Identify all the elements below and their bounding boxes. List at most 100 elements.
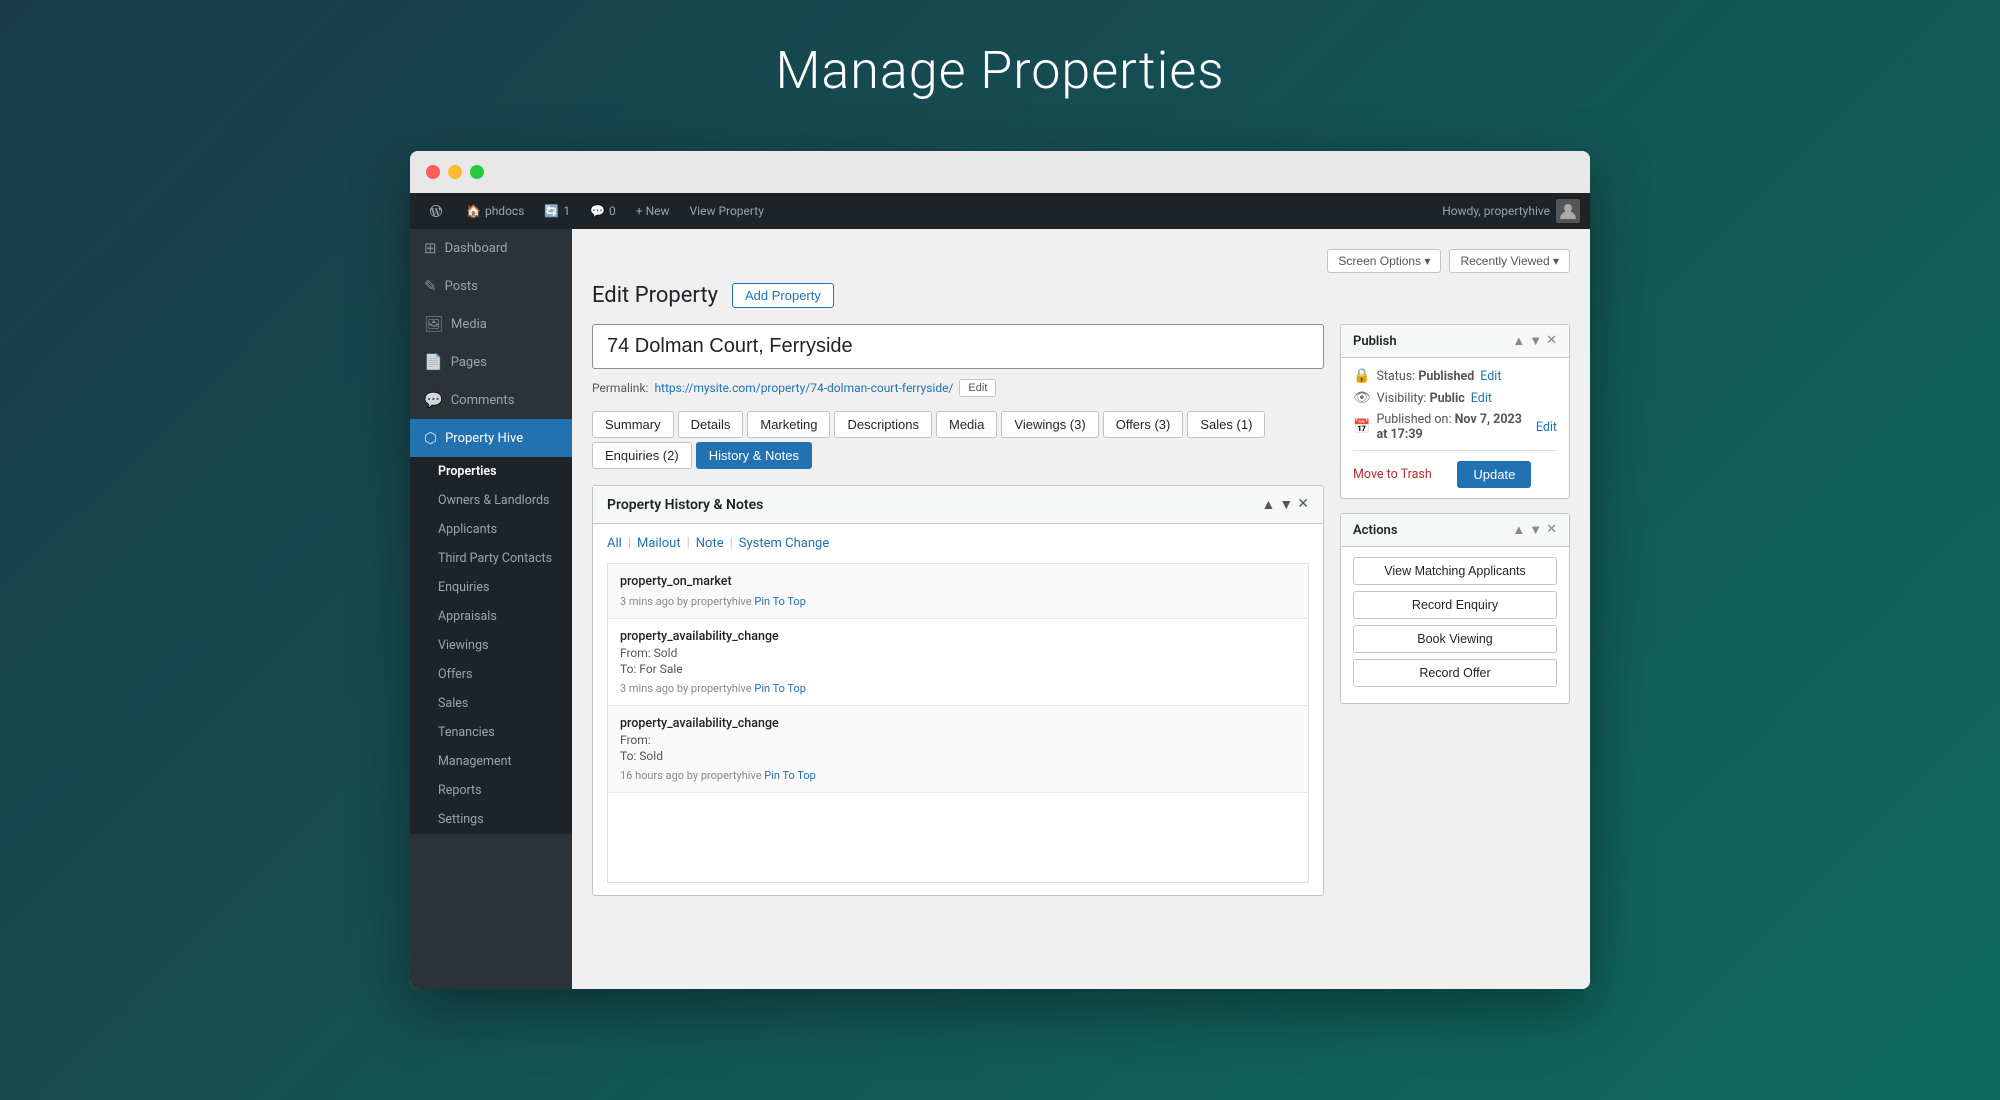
filter-all[interactable]: All — [607, 536, 622, 551]
history-scroll-area[interactable]: property_on_market 3 mins ago by propert… — [607, 563, 1309, 883]
sidebar-item-third-party[interactable]: Third Party Contacts — [410, 544, 572, 573]
sidebar-item-pages[interactable]: 📄 Pages — [410, 343, 572, 381]
history-entry-1: property_on_market 3 mins ago by propert… — [608, 564, 1308, 619]
history-entry-2: property_availability_change From: Sold … — [608, 619, 1308, 706]
entry-2-pin[interactable]: Pin To Top — [754, 682, 806, 695]
tab-history-notes[interactable]: History & Notes — [696, 442, 812, 469]
filter-note[interactable]: Note — [696, 536, 724, 551]
main-content: Permalink: https://mysite.com/property/7… — [592, 324, 1324, 912]
sidebar-item-settings[interactable]: Settings — [410, 805, 572, 834]
entry-2-label: property_availability_change — [620, 629, 1296, 644]
actions-close-icon[interactable]: ✕ — [1546, 522, 1557, 538]
entry-3-meta: 16 hours ago by propertyhive Pin To Top — [620, 769, 1296, 782]
updates-bar-item[interactable]: 🔄 1 — [534, 193, 580, 229]
book-viewing-button[interactable]: Book Viewing — [1353, 625, 1557, 653]
tab-offers[interactable]: Offers (3) — [1103, 411, 1184, 438]
permalink-url[interactable]: https://mysite.com/property/74-dolman-co… — [654, 381, 953, 395]
publish-collapse-up-icon[interactable]: ▲ — [1512, 333, 1525, 349]
status-edit-link[interactable]: Edit — [1480, 369, 1501, 384]
screen-options-button[interactable]: Screen Options ▾ — [1327, 249, 1441, 273]
entry-1-pin[interactable]: Pin To Top — [754, 595, 806, 608]
tab-summary[interactable]: Summary — [592, 411, 674, 438]
entry-3-pin[interactable]: Pin To Top — [764, 769, 816, 782]
screen-options-row: Screen Options ▾ Recently Viewed ▾ — [592, 249, 1570, 273]
sidebar-item-sales[interactable]: Sales — [410, 689, 572, 718]
sidebar-item-comments[interactable]: 💬 Comments — [410, 381, 572, 419]
publish-collapse-down-icon[interactable]: ▼ — [1529, 333, 1542, 349]
edit-property-header: Edit Property Add Property — [592, 283, 1570, 308]
howdy-bar-item: Howdy, propertyhive — [1442, 199, 1580, 223]
tab-viewings[interactable]: Viewings (3) — [1001, 411, 1098, 438]
browser-chrome — [410, 151, 1590, 193]
move-to-trash-link[interactable]: Move to Trash — [1353, 467, 1432, 482]
sidebar-item-viewings[interactable]: Viewings — [410, 631, 572, 660]
calendar-icon: 📅 — [1353, 419, 1370, 435]
update-button[interactable]: Update — [1457, 461, 1531, 488]
publish-actions-row: Move to Trash Update — [1353, 461, 1557, 488]
publish-box-title: Publish — [1353, 334, 1397, 349]
tab-sales[interactable]: Sales (1) — [1187, 411, 1265, 438]
recently-viewed-button[interactable]: Recently Viewed ▾ — [1449, 249, 1570, 273]
tabs-row: Summary Details Marketing Descriptions M… — [592, 411, 1324, 469]
site-name-bar-item[interactable]: 🏠 phdocs — [456, 193, 534, 229]
sidebar-item-tenancies[interactable]: Tenancies — [410, 718, 572, 747]
sidebar-item-applicants[interactable]: Applicants — [410, 515, 572, 544]
entry-1-label: property_on_market — [620, 574, 1296, 589]
filter-system-change[interactable]: System Change — [739, 536, 829, 551]
entry-2-from: From: Sold — [620, 646, 1296, 660]
maximize-button-icon[interactable] — [470, 165, 484, 179]
pages-icon: 📄 — [424, 353, 443, 371]
view-matching-applicants-button[interactable]: View Matching Applicants — [1353, 557, 1557, 585]
actions-collapse-up-icon[interactable]: ▲ — [1512, 522, 1525, 538]
sidebar-item-posts[interactable]: ✎ Posts — [410, 267, 572, 305]
posts-icon: ✎ — [424, 277, 437, 295]
comments-bar-item[interactable]: 💬 0 — [580, 193, 626, 229]
collapse-down-icon[interactable]: ▼ — [1279, 496, 1293, 513]
sidebar-item-reports[interactable]: Reports — [410, 776, 572, 805]
close-box-icon[interactable]: ✕ — [1297, 496, 1309, 513]
property-hive-icon: ⬡ — [424, 429, 437, 447]
sidebar-item-appraisals[interactable]: Appraisals — [410, 602, 572, 631]
content-layout: Permalink: https://mysite.com/property/7… — [592, 324, 1570, 912]
tab-media[interactable]: Media — [936, 411, 997, 438]
sidebar-item-offers[interactable]: Offers — [410, 660, 572, 689]
close-button-icon[interactable] — [426, 165, 440, 179]
publish-box-body: 🔒 Status: Published Edit 👁 Visi — [1341, 358, 1569, 498]
browser-window: 🏠 phdocs 🔄 1 💬 0 + New View Property How… — [410, 151, 1590, 989]
filter-mailout[interactable]: Mailout — [637, 536, 681, 551]
collapse-up-icon[interactable]: ▲ — [1262, 496, 1276, 513]
sidebar-item-properties[interactable]: Properties — [410, 457, 572, 486]
sidebar-item-property-hive[interactable]: ⬡ Property Hive — [410, 419, 572, 457]
publish-box: Publish ▲ ▼ ✕ 🔒 Status: — [1340, 324, 1570, 499]
media-icon: 🖼 — [424, 315, 443, 333]
entry-3-to: To: Sold — [620, 749, 1296, 763]
sidebar-item-owners-landlords[interactable]: Owners & Landlords — [410, 486, 572, 515]
actions-box-body: View Matching Applicants Record Enquiry … — [1341, 547, 1569, 703]
sidebar-item-media[interactable]: 🖼 Media — [410, 305, 572, 343]
new-bar-item[interactable]: + New — [626, 193, 680, 229]
main-area: Screen Options ▾ Recently Viewed ▾ Edit … — [572, 229, 1590, 989]
status-icon: 🔒 — [1353, 368, 1370, 384]
visibility-edit-link[interactable]: Edit — [1471, 391, 1492, 406]
wordpress-logo-icon[interactable] — [420, 193, 452, 229]
view-property-bar-item[interactable]: View Property — [680, 193, 774, 229]
entry-1-meta: 3 mins ago by propertyhive Pin To Top — [620, 595, 1296, 608]
tab-enquiries[interactable]: Enquiries (2) — [592, 442, 692, 469]
publish-close-icon[interactable]: ✕ — [1546, 333, 1557, 349]
tab-descriptions[interactable]: Descriptions — [834, 411, 932, 438]
add-property-button[interactable]: Add Property — [732, 283, 834, 308]
tab-details[interactable]: Details — [678, 411, 744, 438]
sidebar-item-dashboard[interactable]: ⊞ Dashboard — [410, 229, 572, 267]
record-enquiry-button[interactable]: Record Enquiry — [1353, 591, 1557, 619]
property-title-input[interactable] — [592, 324, 1324, 369]
tab-marketing[interactable]: Marketing — [747, 411, 830, 438]
record-offer-button[interactable]: Record Offer — [1353, 659, 1557, 687]
sidebar-item-management[interactable]: Management — [410, 747, 572, 776]
published-edit-link[interactable]: Edit — [1536, 420, 1557, 435]
permalink-edit-button[interactable]: Edit — [959, 379, 996, 397]
sidebar-item-enquiries[interactable]: Enquiries — [410, 573, 572, 602]
actions-collapse-down-icon[interactable]: ▼ — [1529, 522, 1542, 538]
minimize-button-icon[interactable] — [448, 165, 462, 179]
entry-2-to: To: For Sale — [620, 662, 1296, 676]
actions-box-controls: ▲ ▼ ✕ — [1512, 522, 1557, 538]
